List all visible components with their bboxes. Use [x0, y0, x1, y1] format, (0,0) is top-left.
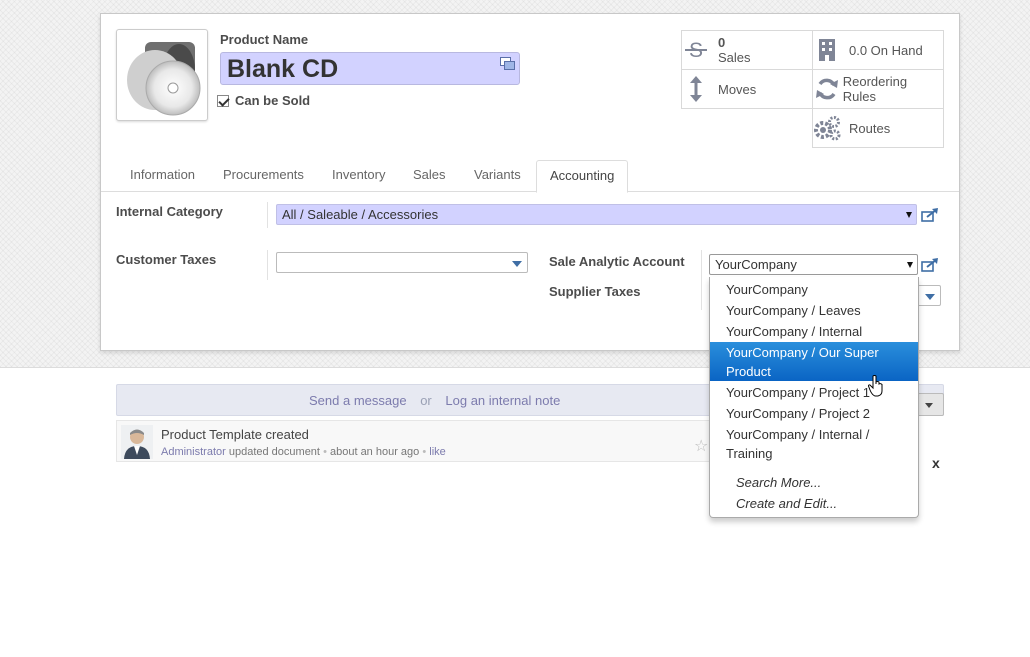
sale-analytic-account-select[interactable]: YourCompany [709, 254, 918, 275]
internal-category-label: Internal Category [116, 204, 223, 219]
caret-down-icon [907, 262, 913, 268]
tab-accounting[interactable]: Accounting [536, 160, 629, 193]
external-link-icon[interactable] [921, 208, 939, 222]
dropdown-option[interactable]: YourCompany / Project 1 [710, 383, 918, 402]
like-link[interactable]: like [429, 446, 446, 458]
caret-down-icon [925, 403, 933, 408]
internal-category-select[interactable]: All / Saleable / Accessories [276, 204, 917, 225]
strikethrough-s-icon: S [685, 39, 707, 62]
tab-procurements[interactable]: Procurements [210, 160, 317, 192]
separator [267, 202, 268, 228]
sales-label: Sales [718, 50, 751, 65]
sales-stat-button[interactable]: S 0 Sales [681, 30, 813, 70]
caret-down-icon [906, 212, 912, 218]
tab-inventory[interactable]: Inventory [319, 160, 398, 192]
supplier-taxes-label: Supplier Taxes [549, 284, 641, 299]
log-internal-note-link[interactable]: Log an internal note [445, 393, 560, 408]
caret-down-icon [512, 261, 522, 267]
external-link-icon[interactable] [921, 258, 939, 272]
dropdown-option[interactable]: YourCompany / Internal [710, 322, 918, 341]
search-more-option[interactable]: Search More... [736, 475, 821, 490]
follow-dropdown-button[interactable] [915, 393, 944, 416]
separator [267, 250, 268, 280]
create-and-edit-option[interactable]: Create and Edit... [736, 496, 837, 511]
translate-icon[interactable] [500, 57, 515, 70]
message-title: Product Template created [161, 427, 309, 442]
refresh-icon [815, 78, 838, 100]
cd-image-icon [127, 42, 201, 116]
separator [701, 250, 702, 310]
product-name-input[interactable]: Blank CD [220, 52, 520, 85]
dropdown-option-highlighted[interactable]: YourCompany / Our Super Product [710, 342, 918, 381]
avatar [121, 425, 153, 459]
product-image[interactable] [116, 29, 208, 121]
analytic-account-dropdown: YourCompany YourCompany / Leaves YourCom… [709, 277, 919, 518]
dropdown-option[interactable]: YourCompany / Project 2 [710, 404, 918, 423]
hand-cursor-icon [868, 375, 883, 397]
or-text: or [420, 393, 432, 408]
customer-taxes-select[interactable] [276, 252, 528, 273]
sales-count: 0 [718, 35, 726, 50]
star-icon[interactable]: ☆ [694, 436, 708, 456]
tab-sales[interactable]: Sales [400, 160, 459, 192]
message-action: updated document [228, 446, 320, 458]
on-hand-label: 0.0 On Hand [849, 42, 923, 58]
dropdown-option[interactable]: YourCompany / Internal / Training [710, 425, 918, 463]
can-be-sold-row: Can be Sold [217, 93, 310, 108]
vertical-arrows-icon [690, 76, 702, 102]
message-time: about an hour ago [329, 446, 420, 458]
sale-analytic-account-label: Sale Analytic Account [549, 254, 685, 269]
building-icon [819, 39, 835, 61]
send-message-link[interactable]: Send a message [309, 393, 407, 408]
sale-analytic-account-value: YourCompany [715, 257, 797, 272]
close-icon[interactable]: x [932, 455, 940, 471]
dropdown-option[interactable]: YourCompany [710, 280, 918, 299]
notebook-tabs: Information Procurements Inventory Sales… [101, 160, 959, 193]
dropdown-option[interactable]: YourCompany / Leaves [710, 301, 918, 320]
product-name-value: Blank CD [227, 55, 339, 83]
tab-information[interactable]: Information [117, 160, 208, 192]
product-name-label: Product Name [220, 32, 309, 47]
reordering-rules-label: Reordering Rules [842, 74, 908, 104]
chatter-message: Product Template created Administrator u… [116, 420, 716, 462]
reordering-rules-stat-button[interactable]: Reordering Rules [812, 69, 944, 109]
moves-stat-button[interactable]: Moves [681, 69, 813, 109]
gears-icon [814, 116, 841, 141]
can-be-sold-checkbox[interactable] [217, 94, 229, 107]
message-author-link[interactable]: Administrator [161, 446, 226, 458]
customer-taxes-label: Customer Taxes [116, 252, 217, 267]
caret-down-icon [925, 294, 935, 300]
on-hand-stat-button[interactable]: 0.0 On Hand [812, 30, 944, 70]
tab-variants[interactable]: Variants [461, 160, 534, 192]
can-be-sold-label: Can be Sold [235, 93, 311, 108]
routes-stat-button[interactable]: Routes [812, 108, 944, 148]
routes-label: Routes [849, 120, 891, 136]
internal-category-value: All / Saleable / Accessories [282, 207, 439, 222]
moves-label: Moves [718, 81, 757, 97]
